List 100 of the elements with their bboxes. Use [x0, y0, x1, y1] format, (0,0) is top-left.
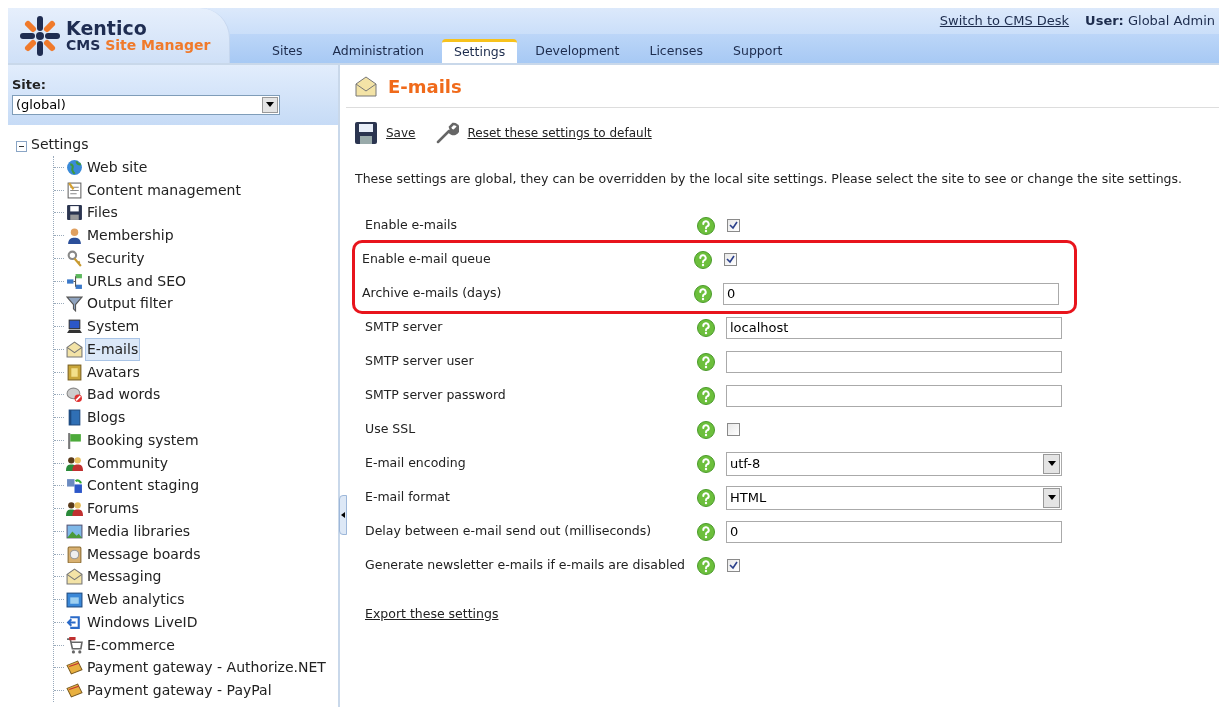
- collapse-toggle-icon[interactable]: [16, 140, 27, 152]
- funnel-icon: [66, 295, 83, 313]
- tree-item[interactable]: Forums: [85, 497, 141, 521]
- tree-item[interactable]: Security: [85, 246, 147, 270]
- setting-label: Enable e-mail queue: [362, 250, 492, 269]
- network-icon: [66, 272, 83, 290]
- tree-item[interactable]: Community: [85, 451, 171, 475]
- people-icon: [66, 454, 83, 472]
- page-title: E-mails: [388, 74, 462, 99]
- export-link[interactable]: Export these settings: [365, 604, 499, 624]
- tree-item[interactable]: Content management: [85, 178, 243, 202]
- help-icon[interactable]: [697, 216, 715, 235]
- tab[interactable]: Licenses: [637, 39, 716, 63]
- logo-subtitle: CMS Site Manager: [66, 38, 211, 52]
- clipboard-icon: [66, 545, 83, 563]
- collapse-handle[interactable]: [339, 495, 347, 535]
- input-field[interactable]: [726, 384, 1062, 407]
- tree-item[interactable]: Membership: [85, 224, 176, 248]
- tree-item[interactable]: E-commerce: [85, 633, 177, 657]
- setting-label: Use SSL: [365, 420, 417, 439]
- envelope-icon: [354, 74, 378, 98]
- tree-item[interactable]: E-mails: [85, 337, 141, 361]
- help-icon[interactable]: [694, 250, 712, 269]
- help-icon[interactable]: [697, 522, 715, 541]
- speech-bubble-icon: [66, 386, 83, 404]
- setting-label: SMTP server password: [365, 386, 507, 405]
- input-field[interactable]: 0: [723, 282, 1059, 305]
- tree-item[interactable]: Settings: [31, 134, 89, 155]
- tree-item[interactable]: Media libraries: [85, 519, 193, 543]
- card-icon: [66, 682, 83, 700]
- save-link[interactable]: Save: [386, 124, 416, 142]
- help-icon[interactable]: [697, 386, 715, 405]
- tab[interactable]: Development: [523, 39, 632, 63]
- flag-icon: [66, 431, 83, 449]
- setting-label: Delay between e-mail send out (milliseconds): [365, 522, 653, 541]
- tab[interactable]: Administration: [320, 39, 436, 63]
- arrow-icon: [66, 613, 83, 631]
- tree-item[interactable]: Files: [85, 201, 120, 225]
- checkbox[interactable]: [727, 219, 740, 233]
- setting-label: Generate newsletter e-mails if e-mails are disabled: [365, 556, 687, 575]
- globe-icon: [66, 158, 83, 176]
- input-field[interactable]: [726, 350, 1062, 373]
- reset-link[interactable]: Reset these settings to default: [467, 124, 652, 142]
- tree-item[interactable]: System: [85, 315, 142, 339]
- wrench-icon[interactable]: [435, 121, 460, 145]
- tree-item[interactable]: Message boards: [85, 542, 203, 566]
- tree-item[interactable]: URLs and SEO: [85, 269, 189, 293]
- checkbox[interactable]: [727, 559, 740, 573]
- tree-item[interactable]: Blogs: [85, 406, 128, 430]
- picture-icon: [66, 522, 83, 540]
- site-label: Site:: [12, 76, 48, 94]
- switch-link[interactable]: Switch to CMS Desk: [939, 11, 1070, 31]
- help-icon[interactable]: [697, 454, 715, 473]
- tree-item[interactable]: Web analytics: [85, 588, 187, 612]
- setting-label: E-mail format: [365, 488, 451, 507]
- input-field[interactable]: 0: [726, 520, 1062, 543]
- setting-label: Enable e-mails: [365, 216, 459, 235]
- tree-item[interactable]: Web site: [85, 155, 150, 179]
- user-info: User: Global Admin: [1085, 12, 1215, 31]
- envelope-icon: [66, 568, 83, 586]
- dropdown[interactable]: utf-8: [726, 451, 1062, 476]
- dropdown[interactable]: HTML: [726, 485, 1062, 510]
- envelope-icon: [66, 340, 83, 358]
- shopping-cart-icon: [66, 636, 83, 654]
- laptop-icon: [66, 318, 83, 336]
- help-icon[interactable]: [697, 420, 715, 439]
- tree-item[interactable]: Windows LiveID: [85, 610, 200, 634]
- tree-item[interactable]: Messaging: [85, 565, 164, 589]
- help-icon[interactable]: [697, 556, 715, 575]
- logo-icon: [20, 15, 60, 56]
- tree-item[interactable]: Content staging: [85, 474, 202, 498]
- tab[interactable]: Support: [721, 39, 795, 63]
- help-icon[interactable]: [694, 284, 712, 303]
- setting-label: E-mail encoding: [365, 454, 467, 473]
- logo-title: Kentico: [66, 19, 148, 38]
- tab[interactable]: Sites: [260, 39, 315, 63]
- setting-label: Archive e-mails (days): [362, 284, 503, 303]
- help-icon[interactable]: [697, 352, 715, 371]
- tree-item[interactable]: Avatars: [85, 360, 142, 384]
- intro-text: These settings are global, they can be overridden by the local site settings. Please select the site to see or change the site settings.: [354, 170, 1184, 188]
- tree-item[interactable]: Bad words: [85, 383, 163, 407]
- setting-label: SMTP server: [365, 318, 444, 337]
- input-field[interactable]: localhost: [726, 316, 1062, 339]
- setting-label: SMTP server user: [365, 352, 475, 371]
- book-icon: [66, 409, 83, 427]
- tree-item[interactable]: Payment gateway - PayPal: [85, 679, 274, 703]
- help-icon[interactable]: [697, 488, 715, 507]
- people-icon: [66, 500, 83, 518]
- tree-item[interactable]: Booking system: [85, 428, 201, 452]
- help-icon[interactable]: [697, 318, 715, 337]
- notepad-icon: [66, 181, 83, 199]
- checkbox[interactable]: [727, 423, 740, 437]
- person-icon: [66, 227, 83, 245]
- checkbox[interactable]: [724, 253, 737, 267]
- tree-item[interactable]: Output filter: [85, 292, 175, 316]
- portrait-frame-icon: [66, 363, 83, 381]
- site-dropdown[interactable]: (global): [12, 94, 280, 115]
- card-icon: [66, 659, 83, 677]
- tab[interactable]: Settings: [442, 39, 518, 63]
- tree-item[interactable]: Payment gateway - Authorize.NET: [85, 656, 328, 680]
